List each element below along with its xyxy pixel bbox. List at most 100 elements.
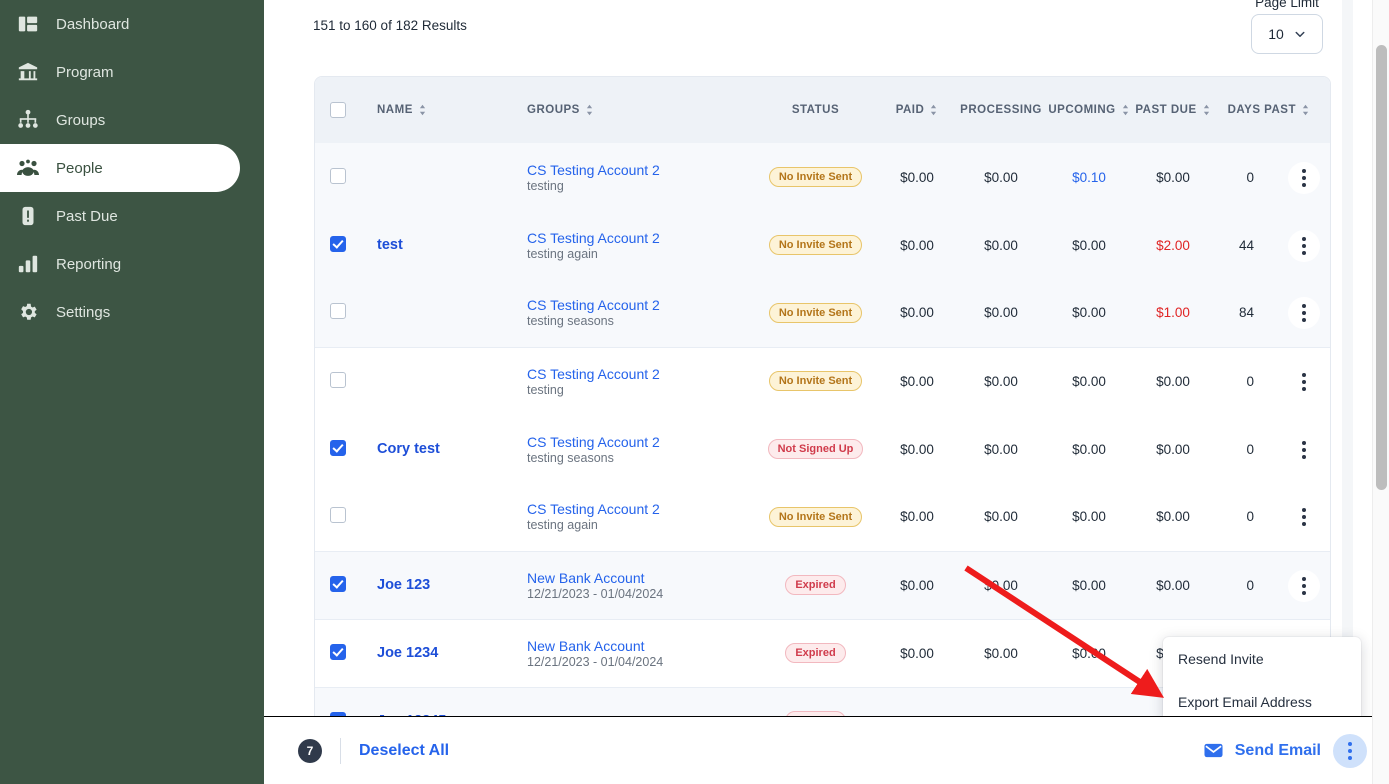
row-kebab-cell[interactable] — [1276, 550, 1330, 619]
sidebar-item-people[interactable]: People — [0, 144, 240, 192]
sidebar-item-groups[interactable]: Groups — [0, 96, 240, 144]
page-scrollbar-thumb[interactable] — [1376, 45, 1387, 490]
row-name[interactable] — [361, 143, 503, 211]
row-checkbox[interactable] — [330, 303, 346, 320]
table-row[interactable]: Joe 123 New Bank Account 12/21/2023 - 01/0… — [315, 550, 1330, 619]
row-group-link[interactable]: CS Testing Account 2 — [527, 230, 753, 246]
row-kebab-cell[interactable] — [1276, 415, 1330, 483]
row-kebab-button[interactable] — [1288, 161, 1320, 194]
sidebar-item-program[interactable]: Program — [0, 48, 240, 96]
select-all-checkbox[interactable] — [330, 102, 346, 118]
row-select-cell[interactable] — [315, 346, 361, 415]
row-group-subtitle: testing — [527, 178, 564, 193]
row-group-link[interactable]: CS Testing Account 2 — [527, 501, 753, 517]
row-kebab-cell[interactable] — [1276, 483, 1330, 551]
row-days-past: 0 — [1246, 169, 1254, 185]
header-upcoming[interactable]: UPCOMING — [1046, 77, 1132, 143]
row-select-cell[interactable] — [315, 415, 361, 483]
page-limit-select[interactable]: 10 — [1251, 14, 1323, 54]
sidebar: Dashboard Program Groups People Past Due — [0, 0, 264, 784]
page-scrollbar[interactable] — [1372, 0, 1389, 784]
row-kebab-button[interactable] — [1288, 434, 1320, 466]
table-row[interactable]: CS Testing Account 2 testing seasons No In… — [315, 279, 1330, 347]
header-name[interactable]: NAME — [361, 77, 503, 143]
row-group-link[interactable]: New Bank Account — [527, 638, 753, 654]
row-group-cell: CS Testing Account 2 testing seasons — [503, 279, 753, 347]
table-row[interactable]: CS Testing Account 2 testing No Invite Sen… — [315, 346, 1330, 415]
row-upcoming: $0.00 — [1072, 441, 1106, 457]
row-select-cell[interactable] — [315, 279, 361, 347]
row-checkbox[interactable] — [330, 575, 346, 592]
row-kebab-cell[interactable] — [1276, 346, 1330, 415]
sidebar-item-past-due[interactable]: Past Due — [0, 192, 240, 240]
row-group-link[interactable]: CS Testing Account 2 — [527, 297, 753, 313]
sidebar-item-settings[interactable]: Settings — [0, 288, 240, 336]
table-row[interactable]: test CS Testing Account 2 testing again No … — [315, 211, 1330, 279]
row-checkbox[interactable] — [330, 643, 346, 660]
table-row[interactable]: CS Testing Account 2 testing again No Invi… — [315, 483, 1330, 551]
header-past-due[interactable]: PAST DUE — [1132, 77, 1214, 143]
row-checkbox[interactable] — [330, 235, 346, 252]
row-kebab-button[interactable] — [1288, 366, 1320, 398]
header-groups[interactable]: GROUPS — [503, 77, 753, 143]
table-head: NAME GROUPS STATUS PAID PROCESSING UPCOM… — [315, 77, 1330, 143]
row-select-cell[interactable] — [315, 550, 361, 619]
row-name[interactable] — [361, 483, 503, 551]
sidebar-item-reporting[interactable]: Reporting — [0, 240, 240, 288]
row-group-subtitle: testing seasons — [527, 314, 614, 329]
row-select-cell[interactable] — [315, 483, 361, 551]
row-upcoming[interactable]: $0.10 — [1046, 143, 1132, 211]
row-kebab-button[interactable] — [1288, 569, 1320, 602]
row-kebab-cell[interactable] — [1276, 279, 1330, 347]
table-row[interactable]: CS Testing Account 2 testing No Invite Sen… — [315, 143, 1330, 211]
deselect-all-button[interactable]: Deselect All — [359, 742, 449, 760]
table-row[interactable]: Cory test CS Testing Account 2 testing sea… — [315, 415, 1330, 483]
row-group-link[interactable]: CS Testing Account 2 — [527, 434, 753, 450]
selected-count-badge: 7 — [298, 738, 322, 763]
row-checkbox[interactable] — [330, 507, 346, 524]
row-name[interactable]: Joe 123 — [361, 550, 503, 619]
header-label: PROCESSING — [960, 104, 1042, 116]
row-select-cell[interactable] — [315, 618, 361, 687]
row-name[interactable] — [361, 279, 503, 347]
send-email-button[interactable]: Send Email — [1235, 742, 1321, 760]
row-kebab-cell[interactable] — [1276, 211, 1330, 279]
row-days-past: 44 — [1238, 237, 1254, 253]
sort-icon — [1203, 104, 1209, 116]
page-limit-control: Page Limit 10 — [1232, 0, 1342, 54]
row-select-cell[interactable] — [315, 143, 361, 211]
row-name[interactable] — [361, 346, 503, 415]
row-upcoming: $0.00 — [1046, 618, 1132, 687]
dashboard-icon — [0, 13, 56, 35]
header-days-past[interactable]: DAYS PAST — [1214, 77, 1330, 143]
row-status-cell: No Invite Sent — [753, 143, 878, 211]
row-checkbox[interactable] — [330, 439, 346, 456]
row-checkbox[interactable] — [330, 371, 346, 388]
row-paid: $0.00 — [900, 441, 934, 457]
header-paid[interactable]: PAID — [878, 77, 956, 143]
bulk-actions-kebab-button[interactable] — [1333, 733, 1367, 768]
row-group-link[interactable]: CS Testing Account 2 — [527, 162, 753, 178]
row-past-due: $2.00 — [1156, 237, 1190, 253]
row-status-cell: No Invite Sent — [753, 211, 878, 279]
row-kebab-button[interactable] — [1288, 297, 1320, 330]
row-name[interactable]: Joe 1234 — [361, 618, 503, 687]
row-status-cell: Expired — [753, 550, 878, 619]
row-select-cell[interactable] — [315, 211, 361, 279]
menu-item-resend-invite[interactable]: Resend Invite — [1163, 637, 1361, 680]
row-group-link[interactable]: New Bank Account — [527, 570, 753, 586]
divider — [340, 737, 341, 764]
status-badge: No Invite Sent — [768, 371, 863, 392]
row-kebab-button[interactable] — [1288, 501, 1320, 533]
row-name[interactable]: test — [361, 211, 503, 279]
row-kebab-cell[interactable] — [1276, 143, 1330, 211]
row-kebab-button[interactable] — [1288, 229, 1320, 262]
bulk-action-bar: 7 Deselect All Send Email — [264, 716, 1389, 784]
bar-right-actions: Send Email — [1204, 733, 1389, 768]
row-checkbox[interactable] — [330, 167, 346, 184]
row-group-link[interactable]: CS Testing Account 2 — [527, 366, 753, 382]
sidebar-item-dashboard[interactable]: Dashboard — [0, 0, 240, 48]
row-paid: $0.00 — [878, 618, 956, 687]
row-name[interactable]: Cory test — [361, 415, 503, 483]
sidebar-item-label: People — [56, 159, 103, 177]
